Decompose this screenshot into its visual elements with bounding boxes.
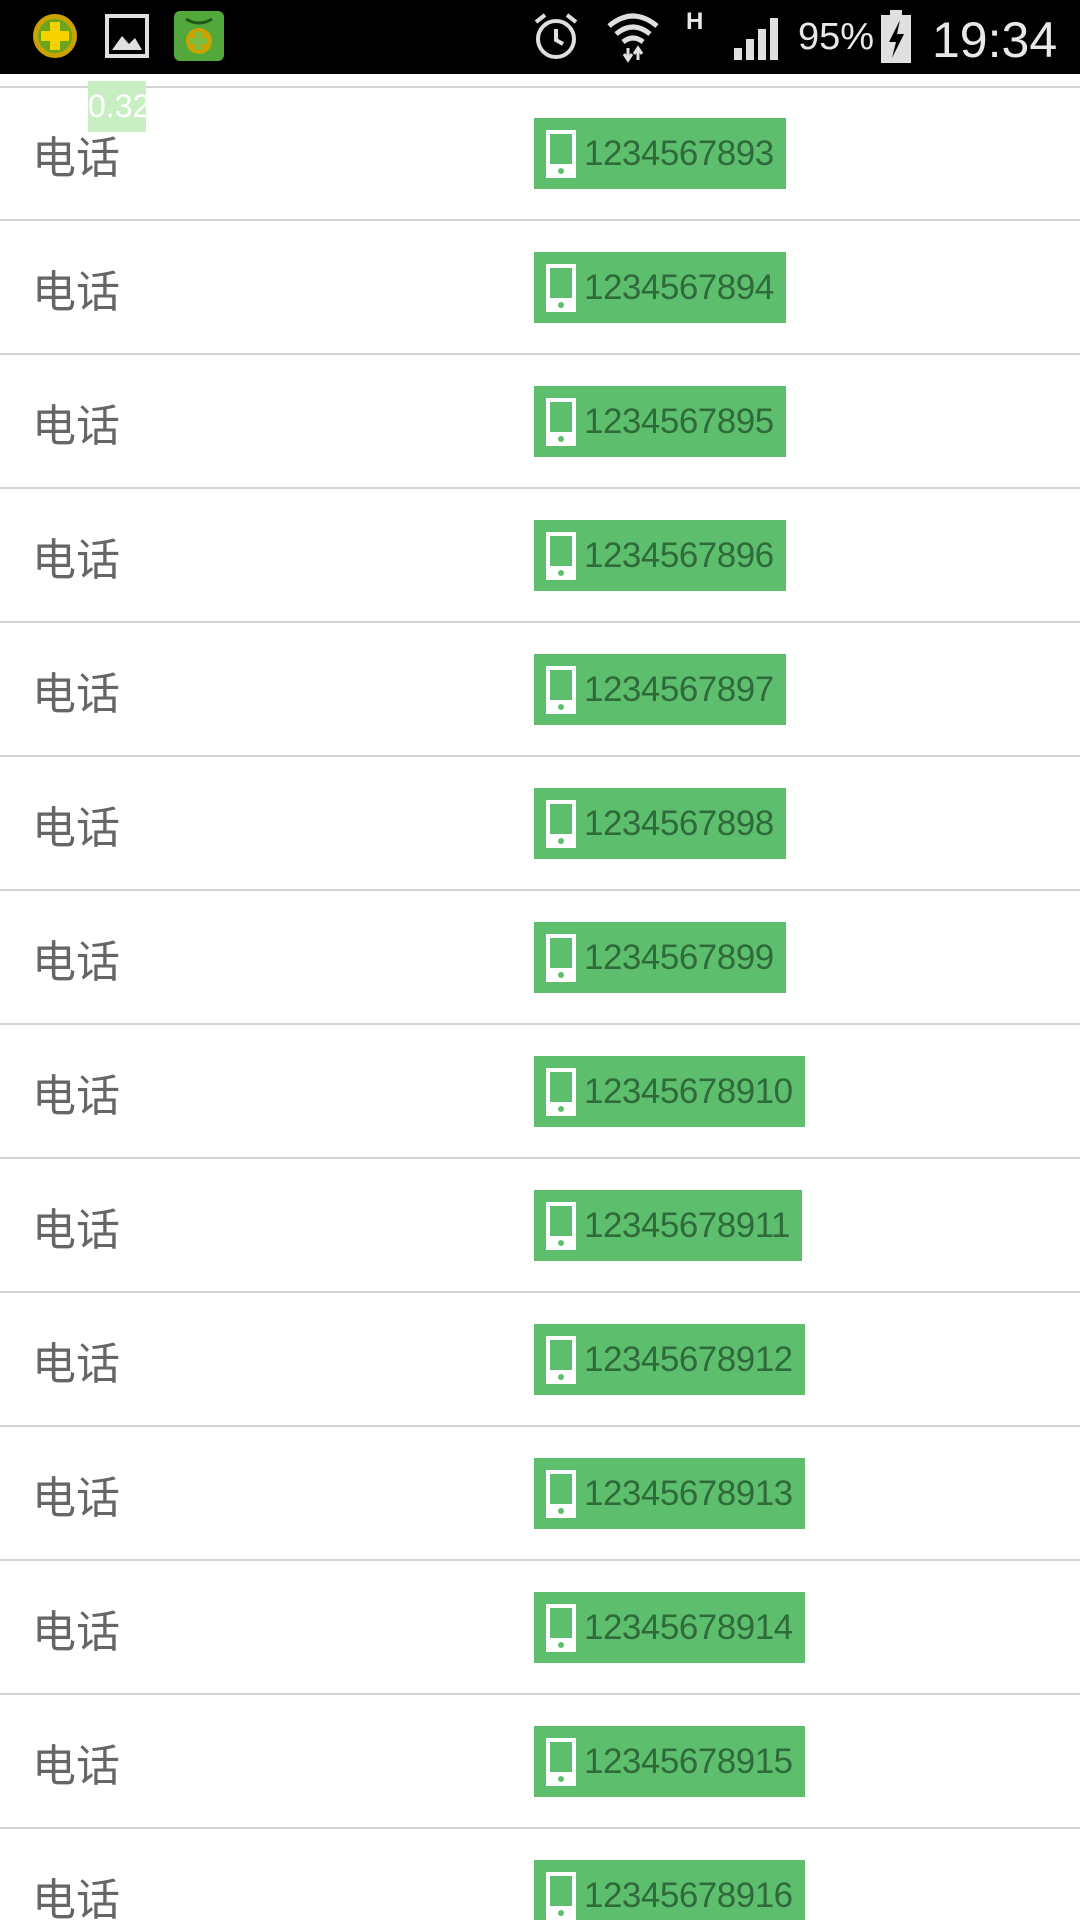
row-label: 电话 (32, 937, 120, 988)
phone-number: 12345678913 (584, 1473, 793, 1513)
phone-call-button[interactable]: 12345678912 (534, 1324, 805, 1395)
mobile-phone-icon (542, 118, 584, 189)
mobile-phone-icon (542, 1860, 584, 1920)
phone-number: 12345678916 (584, 1875, 793, 1915)
alarm-icon (532, 12, 580, 66)
phone-number: 12345678914 (584, 1607, 793, 1647)
clock-time: 19:34 (932, 12, 1058, 68)
phone-number: 12345678911 (584, 1205, 791, 1245)
row-label: 电话 (32, 1607, 120, 1658)
value-badge: 0.32 (88, 81, 146, 132)
phone-number: 1234567896 (584, 535, 774, 575)
phone-number: 1234567894 (584, 267, 774, 307)
mobile-phone-icon (542, 1592, 584, 1663)
mobile-phone-icon (542, 1726, 584, 1797)
phone-call-button[interactable]: 12345678915 (534, 1726, 805, 1797)
list-item[interactable]: 电话 12345678914 (0, 1562, 1080, 1695)
phone-call-button[interactable]: 1234567894 (534, 252, 786, 323)
row-label: 电话 (32, 401, 120, 452)
mobile-phone-icon (542, 922, 584, 993)
phone-call-button[interactable]: 1234567893 (534, 118, 786, 189)
phone-number: 12345678915 (584, 1741, 793, 1781)
mobile-phone-icon (542, 788, 584, 859)
phone-number: 1234567898 (584, 803, 774, 843)
row-label: 电话 (32, 1875, 120, 1920)
phone-call-button[interactable]: 12345678913 (534, 1458, 805, 1529)
list-item[interactable]: 电话 1234567896 (0, 490, 1080, 623)
phone-number: 1234567895 (584, 401, 774, 441)
row-label: 电话 (32, 1741, 120, 1792)
phone-call-button[interactable]: 12345678910 (534, 1056, 805, 1127)
phone-call-button[interactable]: 12345678916 (534, 1860, 805, 1920)
phone-call-button[interactable]: 1234567896 (534, 520, 786, 591)
row-label: 电话 (32, 669, 120, 720)
list-item[interactable]: 电话 12345678913 (0, 1428, 1080, 1561)
list-item[interactable]: 电话 1234567894 (0, 222, 1080, 355)
list-item[interactable]: 电话 12345678915 (0, 1696, 1080, 1829)
list-top-divider (0, 74, 1080, 88)
phone-number: 1234567893 (584, 133, 774, 173)
battery-percent: 95% (798, 16, 875, 58)
list-item[interactable]: 电话 1234567897 (0, 624, 1080, 757)
row-label: 电话 (32, 267, 120, 318)
phone-call-button[interactable]: 1234567897 (534, 654, 786, 725)
gallery-icon[interactable] (105, 14, 149, 62)
mobile-phone-icon (542, 1056, 584, 1127)
phone-call-button[interactable]: 12345678911 (534, 1190, 803, 1261)
row-label: 电话 (32, 1205, 120, 1256)
list-item[interactable]: 电话 12345678912 (0, 1294, 1080, 1427)
list-item[interactable]: 电话 12345678911 (0, 1160, 1080, 1293)
mobile-phone-icon (542, 252, 584, 323)
mobile-phone-icon (542, 654, 584, 725)
row-label: 电话 (32, 1071, 120, 1122)
list-item[interactable]: 电话 1234567899 (0, 892, 1080, 1025)
row-label: 电话 (32, 803, 120, 854)
phone-number: 1234567899 (584, 937, 774, 977)
phone-number: 1234567897 (584, 669, 774, 709)
list-item[interactable]: 电话 1234567898 (0, 758, 1080, 891)
phone-number: 12345678912 (584, 1339, 793, 1379)
mobile-phone-icon (542, 520, 584, 591)
battery-charging-icon (880, 10, 912, 68)
phone-call-button[interactable]: 1234567895 (534, 386, 786, 457)
mobile-phone-icon (542, 386, 584, 457)
status-bar: H 95% 19:34 (0, 0, 1080, 74)
mobile-phone-icon (542, 1458, 584, 1529)
signal-icon (732, 14, 784, 66)
phone-number: 12345678910 (584, 1071, 793, 1111)
security-app-icon[interactable] (32, 13, 78, 63)
list-item[interactable]: 电话 12345678910 (0, 1026, 1080, 1159)
network-type-label: H (686, 8, 704, 35)
phone-call-button[interactable]: 1234567899 (534, 922, 786, 993)
security-app-green-icon[interactable] (174, 11, 224, 65)
list-item[interactable]: 电话 12345678916 (0, 1830, 1080, 1920)
phone-call-button[interactable]: 1234567898 (534, 788, 786, 859)
row-label: 电话 (32, 1473, 120, 1524)
list-item[interactable]: 电话 1234567895 (0, 356, 1080, 489)
mobile-phone-icon (542, 1190, 584, 1261)
mobile-phone-icon (542, 1324, 584, 1395)
list-item[interactable]: 电话 1234567893 (0, 88, 1080, 221)
row-label: 电话 (32, 535, 120, 586)
wifi-icon (606, 10, 660, 68)
phone-call-button[interactable]: 12345678914 (534, 1592, 805, 1663)
contact-list[interactable]: 电话 1234567893 电话 1234567894 电话 1234567895 电话 12… (0, 74, 1080, 1920)
row-label: 电话 (32, 1339, 120, 1390)
